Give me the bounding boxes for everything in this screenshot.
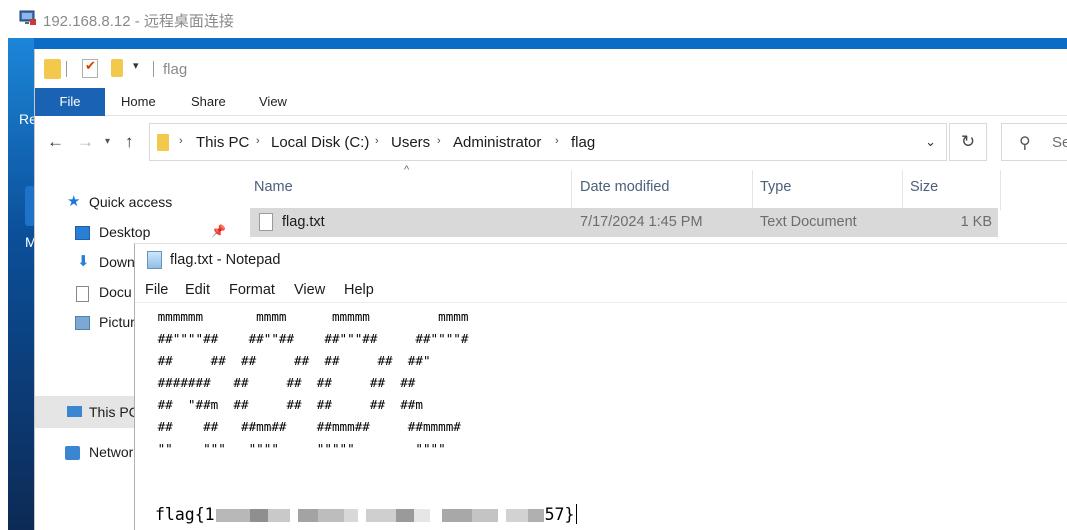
star-icon: ★ — [67, 193, 81, 210]
breadcrumb-local-disk[interactable]: Local Disk (C:) — [271, 134, 369, 151]
quick-access-toolbar: ▾ flag — [35, 49, 1067, 88]
column-header-size[interactable]: Size — [910, 179, 938, 195]
menu-help[interactable]: Help — [344, 282, 374, 298]
file-list-header: ^ Name Date modified Type Size — [250, 164, 1067, 210]
sidebar-item-label: Networ — [89, 444, 134, 460]
tab-file[interactable]: File — [35, 88, 105, 116]
breadcrumb-chevron-icon[interactable]: › — [555, 135, 559, 147]
network-icon — [65, 446, 80, 460]
ascii-art-text: mmmmmm mmmm mmmmm mmmm ##""""## ##""## #… — [157, 309, 469, 456]
refresh-button[interactable]: ↻ — [949, 123, 987, 161]
menu-view[interactable]: View — [294, 282, 325, 298]
breadcrumb-this-pc[interactable]: This PC — [196, 134, 249, 151]
notepad-window: flag.txt - Notepad File Edit Format View… — [134, 243, 1067, 530]
breadcrumb-chevron-icon[interactable]: › — [256, 135, 260, 147]
sidebar-item-label: Quick access — [89, 194, 173, 210]
column-divider[interactable] — [752, 170, 753, 210]
search-placeholder: Se — [1052, 134, 1067, 151]
address-history-chevron-icon[interactable]: ⌄ — [925, 134, 936, 150]
search-input[interactable]: ⚲ Se — [1001, 123, 1067, 161]
new-folder-icon[interactable] — [111, 59, 123, 77]
breadcrumb-chevron-icon[interactable]: › — [437, 135, 441, 147]
desktop-icon — [75, 226, 90, 240]
properties-icon[interactable] — [82, 58, 98, 78]
recent-locations-chevron-icon[interactable]: ▾ — [105, 136, 110, 147]
text-caret — [576, 504, 578, 524]
explorer-window-title: flag — [163, 61, 188, 78]
column-divider[interactable] — [902, 170, 903, 210]
file-size: 1 KB — [960, 214, 992, 230]
notepad-icon — [147, 251, 162, 269]
flag-text-end: 57} — [544, 504, 575, 524]
menu-format[interactable]: Format — [229, 282, 275, 298]
column-divider[interactable] — [1000, 170, 1001, 210]
customize-toolbar-chevron-icon[interactable]: ▾ — [133, 59, 139, 72]
toolbar-divider-2 — [153, 61, 154, 77]
navigation-bar: ← → ▾ ↑ › This PC › Local Disk (C:) › Us… — [35, 116, 1067, 170]
address-bar[interactable]: › This PC › Local Disk (C:) › Users › Ad… — [149, 123, 947, 161]
breadcrumb-chevron-icon[interactable]: › — [179, 135, 183, 147]
up-arrow-icon[interactable]: ↑ — [125, 132, 134, 152]
menu-file[interactable]: File — [145, 282, 168, 298]
breadcrumb-flag[interactable]: flag — [571, 134, 595, 151]
sidebar-item-label: Down — [99, 254, 135, 270]
sidebar-item-label: This PC — [89, 404, 139, 420]
search-icon: ⚲ — [1019, 135, 1031, 152]
folder-icon — [44, 59, 61, 79]
sort-ascending-icon: ^ — [404, 164, 410, 176]
flag-text-start: flag{1 — [155, 504, 215, 524]
forward-arrow-icon[interactable]: → — [77, 132, 94, 152]
ribbon-tab-bar: File Home Share View — [35, 88, 1067, 116]
toolbar-divider — [66, 61, 67, 77]
breadcrumb-users[interactable]: Users — [391, 134, 430, 151]
notepad-title-bar[interactable]: flag.txt - Notepad — [135, 244, 1067, 277]
table-row[interactable]: flag.txt 7/17/2024 1:45 PM Text Document… — [250, 208, 998, 237]
rdp-window-title: 192.168.8.12 - 远程桌面连接 — [43, 13, 234, 30]
download-icon: ⬇ — [77, 253, 90, 270]
document-icon — [76, 286, 89, 302]
pictures-icon — [75, 316, 90, 330]
flag-line: flag{1 57} — [155, 502, 578, 526]
sidebar-item-label: Desktop — [99, 224, 151, 240]
file-type: Text Document — [760, 214, 857, 230]
column-header-name[interactable]: Name — [254, 179, 293, 195]
column-header-type[interactable]: Type — [760, 179, 791, 195]
sidebar-item-label: Docu — [99, 284, 132, 300]
text-file-icon — [259, 213, 273, 231]
refresh-icon: ↻ — [960, 132, 976, 151]
back-arrow-icon[interactable]: ← — [47, 132, 64, 152]
redacted-flag-mosaic — [215, 504, 544, 524]
column-divider[interactable] — [571, 170, 572, 210]
breadcrumb-chevron-icon[interactable]: › — [375, 135, 379, 147]
sidebar-item-label: Pictur — [99, 314, 135, 330]
tab-home[interactable]: Home — [121, 88, 156, 116]
file-date-modified: 7/17/2024 1:45 PM — [580, 214, 703, 230]
pin-icon[interactable]: 📌 — [211, 224, 226, 238]
column-header-date-modified[interactable]: Date modified — [580, 179, 669, 195]
menu-edit[interactable]: Edit — [185, 282, 210, 298]
breadcrumb-administrator[interactable]: Administrator — [453, 134, 541, 151]
notepad-text-area[interactable]: mmmmmm mmmm mmmmm mmmm ##""""## ##""## #… — [149, 304, 1059, 530]
folder-icon — [157, 134, 169, 151]
file-name: flag.txt — [282, 214, 325, 230]
tab-view[interactable]: View — [259, 88, 287, 116]
tab-share[interactable]: Share — [191, 88, 226, 116]
notepad-window-title: flag.txt - Notepad — [170, 252, 281, 268]
remote-desktop-icon — [19, 10, 36, 25]
sidebar-item-quick-access[interactable]: ★ Quick access — [35, 188, 231, 218]
rdp-title-bar: 192.168.8.12 - 远程桌面连接 — [0, 0, 1067, 38]
computer-icon — [67, 406, 82, 417]
notepad-menu-bar: File Edit Format View Help — [135, 279, 1067, 303]
